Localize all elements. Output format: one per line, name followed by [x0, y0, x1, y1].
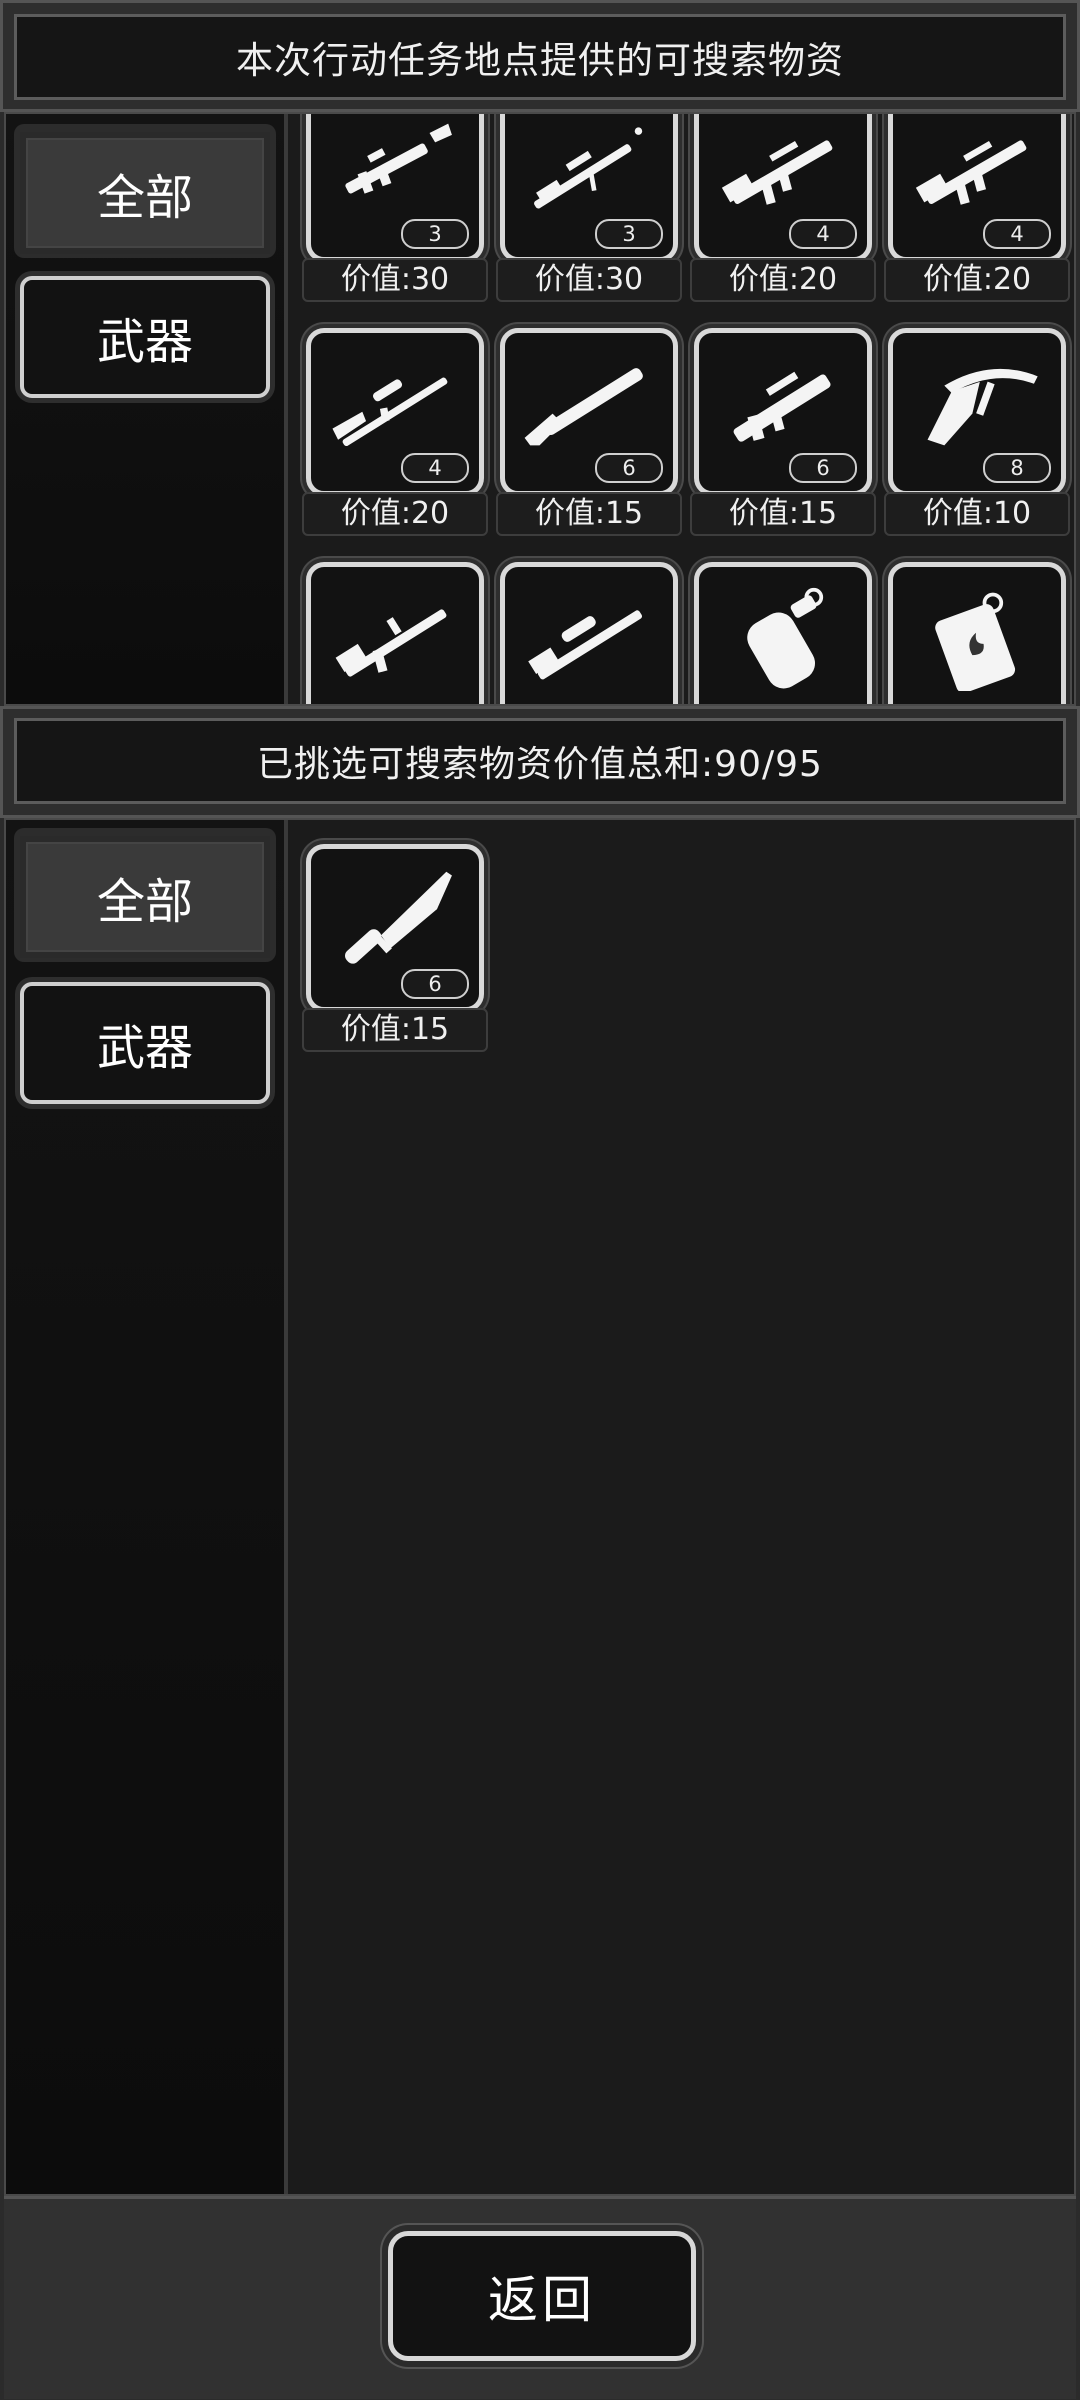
item-value-label: 价值:30: [302, 258, 488, 302]
available-item-tile[interactable]: [888, 562, 1066, 704]
available-item-tile[interactable]: 8: [888, 328, 1066, 496]
tab-all[interactable]: 全部: [20, 132, 270, 254]
available-items-grid[interactable]: 3 价值:30 3 价值:30 4 价值:20 4 价值:20 4 价值:20 6 价值:15 6 价值:…: [288, 114, 1074, 704]
available-item[interactable]: 4 价值:20: [690, 114, 876, 306]
available-item[interactable]: [694, 562, 872, 704]
selected-item-tile[interactable]: 6: [306, 844, 484, 1012]
selected-item[interactable]: 6 价值:15: [302, 844, 488, 1056]
tab-weapons-selected[interactable]: 武器: [20, 982, 270, 1104]
available-item-tile[interactable]: [500, 562, 678, 704]
item-value-label: 价值:15: [690, 492, 876, 536]
available-item[interactable]: [500, 562, 678, 704]
item-value-label: 价值:15: [302, 1008, 488, 1052]
item-count-badge: 8: [983, 453, 1051, 483]
available-item[interactable]: 4 价值:20: [302, 328, 488, 540]
available-item-tile[interactable]: 4: [888, 114, 1066, 262]
available-item-tile[interactable]: [694, 562, 872, 704]
available-item[interactable]: 3 价值:30: [496, 114, 682, 306]
available-item-tile[interactable]: [306, 562, 484, 704]
bottom-bar: 返回: [4, 2196, 1076, 2399]
item-value-label: 价值:20: [884, 258, 1070, 302]
available-item[interactable]: [306, 562, 484, 704]
item-value-label: 价值:20: [690, 258, 876, 302]
available-items-panel: 全部 武器 3 价值:30 3 价值:30 4 价值:20 4 价值:20 4 价值:20 6 价值:…: [4, 112, 1076, 706]
available-item-tile[interactable]: 6: [500, 328, 678, 496]
item-count-badge: 4: [401, 453, 469, 483]
item-count-badge: 3: [595, 219, 663, 249]
available-item-tile[interactable]: 4: [694, 114, 872, 262]
tab-all-selected[interactable]: 全部: [20, 836, 270, 958]
item-value-label: 价值:20: [302, 492, 488, 536]
available-item[interactable]: 6 价值:15: [690, 328, 876, 540]
item-count-badge: 6: [595, 453, 663, 483]
back-button[interactable]: 返回: [388, 2231, 696, 2361]
available-item-tile[interactable]: 4: [306, 328, 484, 496]
item-count-badge: 4: [789, 219, 857, 249]
available-item-tile[interactable]: 3: [306, 114, 484, 262]
available-supplies-title: 本次行动任务地点提供的可搜索物资: [14, 14, 1066, 100]
selected-value-total: 已挑选可搜索物资价值总和:90/95: [14, 718, 1066, 804]
tab-weapons[interactable]: 武器: [20, 276, 270, 398]
selected-items-panel: 全部 武器 6 价值:15: [4, 818, 1076, 2196]
available-item[interactable]: 4 价值:20: [884, 114, 1070, 306]
item-count-badge: 3: [401, 219, 469, 249]
available-item-tile[interactable]: 6: [694, 328, 872, 496]
available-item[interactable]: 3 价值:30: [302, 114, 488, 306]
available-item[interactable]: 6 价值:15: [496, 328, 682, 540]
available-category-sidebar: 全部 武器: [6, 114, 288, 704]
item-count-badge: 6: [401, 969, 469, 999]
available-item-tile[interactable]: 3: [500, 114, 678, 262]
available-item[interactable]: 8 价值:10: [884, 328, 1070, 540]
item-value-label: 价值:10: [884, 492, 1070, 536]
available-item[interactable]: [888, 562, 1066, 704]
selected-items-grid[interactable]: 6 价值:15: [288, 820, 1074, 2194]
item-count-badge: 6: [789, 453, 857, 483]
item-count-badge: 4: [983, 219, 1051, 249]
selected-category-sidebar: 全部 武器: [6, 820, 288, 2194]
item-value-label: 价值:30: [496, 258, 682, 302]
item-value-label: 价值:15: [496, 492, 682, 536]
